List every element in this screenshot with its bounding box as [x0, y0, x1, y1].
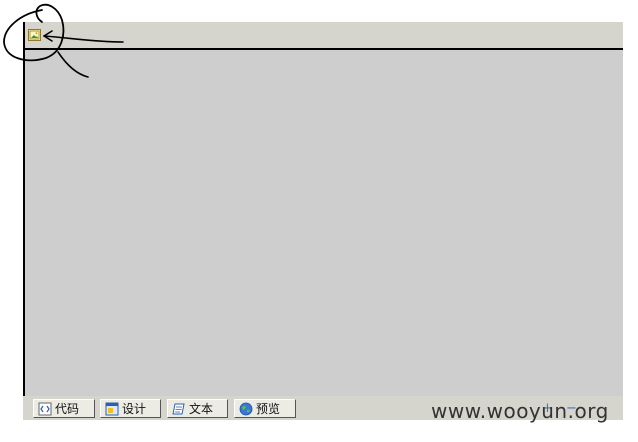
- tab-text-label: 文本: [189, 402, 214, 416]
- tab-preview-label: 预览: [256, 402, 281, 416]
- code-icon: [38, 402, 52, 415]
- editing-area[interactable]: [25, 50, 623, 396]
- image-icon: [29, 30, 40, 40]
- tab-design[interactable]: 设计: [100, 399, 161, 418]
- text-icon: [172, 403, 185, 414]
- tab-code-label: 代码: [55, 402, 80, 416]
- design-icon: [105, 402, 119, 415]
- globe-icon: [239, 402, 253, 415]
- tab-text[interactable]: 文本: [167, 399, 228, 418]
- tab-design-label: 设计: [122, 402, 147, 416]
- watermark: www.wooyun.org: [431, 399, 609, 423]
- html-editor: 代码 设计 文本 预览 + −: [23, 22, 623, 420]
- tab-preview[interactable]: 预览: [234, 399, 296, 418]
- editor-toolbar: [23, 22, 623, 48]
- insert-image-button[interactable]: [28, 29, 41, 41]
- tab-code[interactable]: 代码: [33, 399, 95, 418]
